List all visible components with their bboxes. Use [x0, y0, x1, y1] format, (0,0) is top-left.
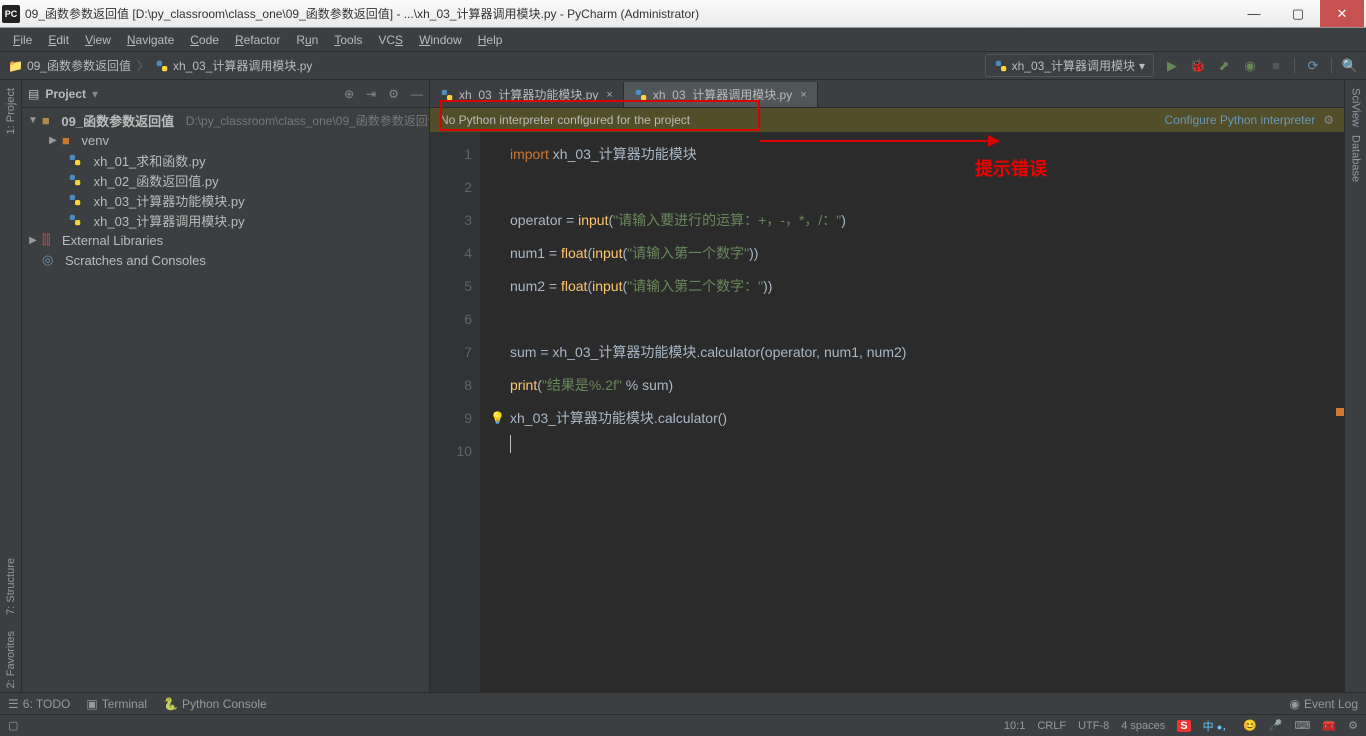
file-encoding[interactable]: UTF-8	[1078, 720, 1109, 732]
code-editor[interactable]: 12345678910 import xh_03_计算器功能模块 operato…	[430, 132, 1344, 692]
tray-icon[interactable]: 😊	[1243, 719, 1257, 732]
tree-venv[interactable]: ▶■ venv	[22, 130, 429, 150]
line-number-gutter: 12345678910	[430, 132, 480, 692]
ime-indicator[interactable]: 中 ●，	[1203, 718, 1232, 734]
hide-panel-icon[interactable]: —	[411, 87, 423, 101]
debug-button[interactable]: 🐞	[1190, 58, 1206, 74]
line-separator[interactable]: CRLF	[1037, 720, 1066, 732]
menu-view[interactable]: View	[78, 31, 118, 49]
editor-area: xh_03_计算器功能模块.py× xh_03_计算器调用模块.py× No P…	[430, 80, 1344, 692]
text-caret	[510, 435, 511, 453]
menu-help[interactable]: Help	[471, 31, 510, 49]
python-icon	[994, 59, 1008, 73]
crumb-separator: 〉	[137, 57, 149, 74]
project-panel: ▤ Project ▾ ⊕ ⇥ ⚙ — ▼■ 09_函数参数返回值 D:\py_…	[22, 80, 430, 692]
window-titlebar: PC 09_函数参数返回值 [D:\py_classroom\class_one…	[0, 0, 1366, 28]
collapse-icon[interactable]: ⇥	[366, 87, 376, 101]
profile-button[interactable]: ◉	[1242, 58, 1258, 74]
warning-stripe-marker[interactable]	[1336, 408, 1344, 416]
navigation-bar: 📁 09_函数参数返回值 〉 xh_03_计算器调用模块.py xh_03_计算…	[0, 52, 1366, 80]
menu-run[interactable]: Run	[289, 31, 325, 49]
crumb-root[interactable]: 09_函数参数返回值	[27, 57, 131, 74]
menu-edit[interactable]: Edit	[41, 31, 76, 49]
interpreter-warning-bar: No Python interpreter configured for the…	[430, 108, 1344, 132]
bottom-tool-strip: ☰ 6: TODO ▣ Terminal 🐍 Python Console ◉ …	[0, 692, 1366, 714]
editor-tab[interactable]: xh_03_计算器功能模块.py×	[430, 82, 624, 107]
menu-navigate[interactable]: Navigate	[120, 31, 181, 49]
pycharm-icon: PC	[2, 5, 20, 23]
chevron-down-icon[interactable]: ▾	[92, 87, 98, 101]
menu-window[interactable]: Window	[412, 31, 469, 49]
python-console-tool[interactable]: 🐍 Python Console	[163, 697, 267, 711]
close-tab-icon[interactable]: ×	[606, 89, 612, 101]
tree-file[interactable]: xh_01_求和函数.py	[22, 150, 429, 170]
search-everywhere-button[interactable]: 🔍	[1342, 58, 1358, 74]
main-menu: File Edit View Navigate Code Refactor Ru…	[0, 28, 1366, 52]
terminal-tool[interactable]: ▣ Terminal	[86, 697, 147, 711]
tray-mic-icon[interactable]: 🎤	[1269, 719, 1283, 732]
editor-tab-active[interactable]: xh_03_计算器调用模块.py×	[624, 82, 818, 107]
crumb-file[interactable]: xh_03_计算器调用模块.py	[173, 57, 312, 74]
editor-tabs: xh_03_计算器功能模块.py× xh_03_计算器调用模块.py×	[430, 80, 1344, 108]
menu-refactor[interactable]: Refactor	[228, 31, 287, 49]
run-with-coverage-button[interactable]: ⬈	[1216, 58, 1232, 74]
todo-tool[interactable]: ☰ 6: TODO	[8, 697, 70, 711]
window-title: 09_函数参数返回值 [D:\py_classroom\class_one\09…	[25, 5, 1232, 22]
stop-button[interactable]: ■	[1268, 58, 1284, 74]
ime-icon[interactable]: S	[1177, 720, 1190, 732]
run-config-name: xh_03_计算器调用模块	[1012, 57, 1135, 74]
status-bar: ▢ 10:1 CRLF UTF-8 4 spaces S 中 ●， 😊 🎤 ⌨ …	[0, 714, 1366, 736]
locate-icon[interactable]: ⊕	[344, 87, 354, 101]
project-tool-tab[interactable]: 1: Project	[5, 84, 17, 138]
close-tab-icon[interactable]: ×	[800, 89, 806, 101]
tree-file[interactable]: xh_03_计算器调用模块.py	[22, 210, 429, 230]
favorites-tool-tab[interactable]: 2: Favorites	[5, 627, 17, 692]
tray-settings-icon[interactable]: 🧰	[1322, 719, 1336, 732]
sciview-tool-tab[interactable]: SciView	[1350, 84, 1362, 131]
menu-vcs[interactable]: VCS	[371, 31, 410, 49]
right-tool-gutter: SciView Database	[1344, 80, 1366, 692]
gear-icon[interactable]: ⚙	[388, 87, 399, 101]
menu-code[interactable]: Code	[183, 31, 226, 49]
indent-settings[interactable]: 4 spaces	[1121, 720, 1165, 732]
left-tool-gutter: 1: Project 7: Structure 2: Favorites	[0, 80, 22, 692]
annotation-arrow	[760, 140, 990, 142]
project-panel-title: Project	[45, 87, 86, 101]
update-button[interactable]: ⟳	[1305, 58, 1321, 74]
annotation-text: 提示错误	[975, 155, 1047, 181]
tree-external-libraries[interactable]: ▶⫿⫿ External Libraries	[22, 230, 429, 250]
python-file-icon	[155, 59, 169, 73]
run-button[interactable]: ▶	[1164, 58, 1180, 74]
minimize-button[interactable]: —	[1232, 0, 1276, 27]
project-panel-header: ▤ Project ▾ ⊕ ⇥ ⚙ —	[22, 80, 429, 108]
tree-scratches[interactable]: ◎ Scratches and Consoles	[22, 250, 429, 270]
structure-tool-tab[interactable]: 7: Structure	[5, 554, 17, 619]
project-view-icon: ▤	[28, 87, 39, 101]
code-content[interactable]: import xh_03_计算器功能模块 operator = input("请…	[480, 132, 1344, 692]
project-tree[interactable]: ▼■ 09_函数参数返回值 D:\py_classroom\class_one\…	[22, 108, 429, 692]
folder-icon: 📁	[8, 59, 23, 73]
tree-file[interactable]: xh_02_函数返回值.py	[22, 170, 429, 190]
close-button[interactable]: ✕	[1320, 0, 1364, 27]
chevron-down-icon: ▾	[1139, 59, 1145, 73]
maximize-button[interactable]: ▢	[1276, 0, 1320, 27]
gear-icon[interactable]: ⚙	[1323, 113, 1334, 127]
status-drawer-icon[interactable]: ▢	[8, 719, 18, 732]
tree-root[interactable]: ▼■ 09_函数参数返回值 D:\py_classroom\class_one\…	[22, 110, 429, 130]
tray-keyboard-icon[interactable]: ⌨	[1295, 719, 1311, 732]
tray-gear-icon[interactable]: ⚙	[1348, 719, 1358, 732]
event-log-tool[interactable]: ◉ Event Log	[1289, 697, 1358, 711]
intention-bulb-icon[interactable]: 💡	[490, 402, 505, 435]
configure-interpreter-link[interactable]: Configure Python interpreter	[1164, 113, 1315, 127]
run-configuration-selector[interactable]: xh_03_计算器调用模块 ▾	[985, 54, 1154, 77]
tree-file[interactable]: xh_03_计算器功能模块.py	[22, 190, 429, 210]
database-tool-tab[interactable]: Database	[1350, 131, 1362, 186]
menu-file[interactable]: File	[6, 31, 39, 49]
warning-message: No Python interpreter configured for the…	[440, 113, 690, 127]
cursor-position[interactable]: 10:1	[1004, 720, 1025, 732]
menu-tools[interactable]: Tools	[327, 31, 369, 49]
